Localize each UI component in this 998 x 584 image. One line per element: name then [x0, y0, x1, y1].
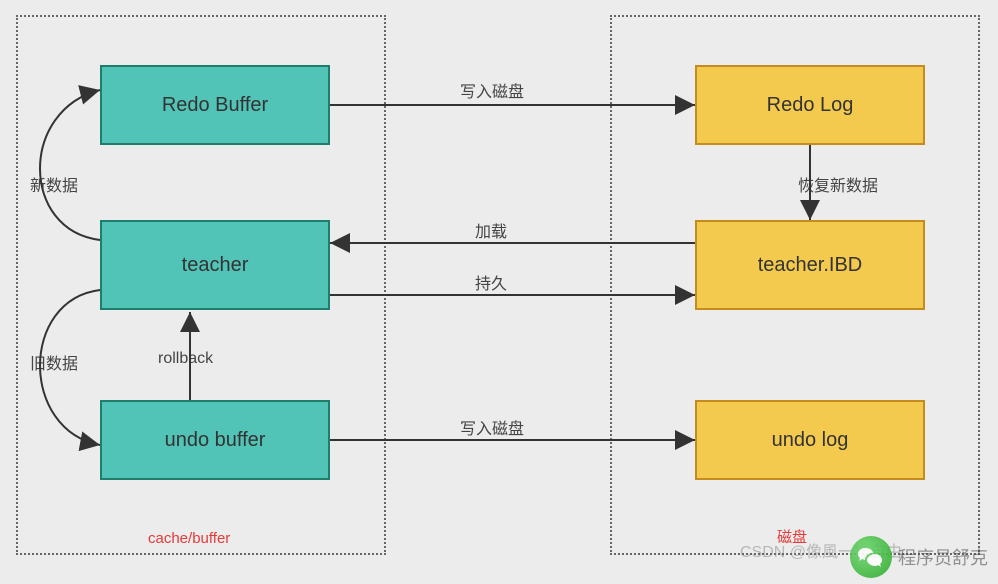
undo-buffer-text: undo buffer	[165, 429, 266, 452]
teacher-text: teacher	[182, 254, 249, 277]
teacher-node: teacher	[100, 220, 330, 310]
edge-label-restore: 恢复新数据	[798, 172, 878, 196]
undo-log-text: undo log	[772, 429, 849, 452]
redo-log-node: Redo Log	[695, 65, 925, 145]
teacher-ibd-text: teacher.IBD	[758, 254, 863, 277]
redo-buffer-text: Redo Buffer	[162, 94, 268, 117]
cache-buffer-label: cache/buffer	[148, 530, 230, 547]
undo-buffer-node: undo buffer	[100, 400, 330, 480]
wechat-watermark: 程序员舒克	[850, 536, 988, 578]
redo-buffer-node: Redo Buffer	[100, 65, 330, 145]
edge-label-redo-write: 写入磁盘	[460, 78, 524, 102]
edge-label-newdata: 新数据	[30, 172, 78, 196]
edge-label-persist: 持久	[475, 270, 507, 294]
wechat-icon	[850, 536, 892, 578]
undo-log-node: undo log	[695, 400, 925, 480]
wechat-name: 程序员舒克	[898, 544, 988, 570]
teacher-ibd-node: teacher.IBD	[695, 220, 925, 310]
edge-label-load: 加载	[475, 218, 507, 242]
edge-label-rollback: rollback	[158, 350, 213, 368]
edge-label-olddata: 旧数据	[30, 350, 78, 374]
edge-label-undo-write: 写入磁盘	[460, 415, 524, 439]
redo-log-text: Redo Log	[767, 94, 854, 117]
